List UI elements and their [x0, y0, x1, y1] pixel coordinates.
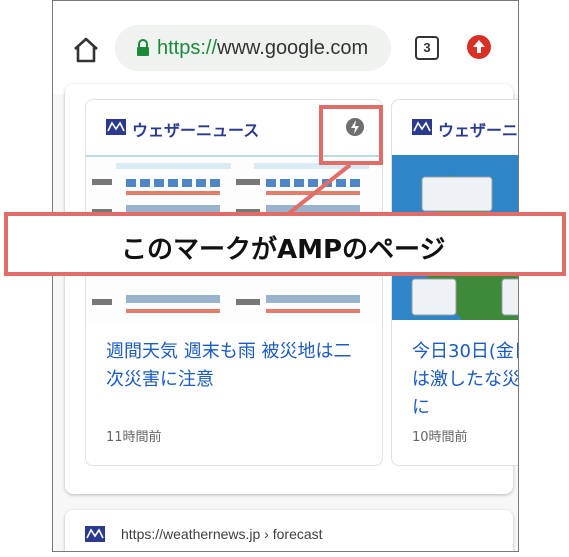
result-url[interactable]: https://weathernews.jp › forecast [121, 526, 323, 542]
weathernews-logo [85, 526, 105, 542]
lock-icon [137, 39, 149, 56]
annotation-text: このマークがAMPのページ [121, 235, 446, 265]
search-result[interactable]: https://weathernews.jp › forecast [65, 510, 513, 551]
top-stories-carousel: ウェザーニュース 週間天気 週末も雨 被災地は二次災害に注意 11時間前 ウェザ… [65, 84, 518, 494]
address-bar[interactable]: https://www.google.com [115, 25, 391, 71]
phone-screen: https://www.google.com 3 ウェザーニュース 週間天気 週… [52, 0, 519, 552]
card-headline[interactable]: 今日30日(金日本は激したな災害に [412, 338, 518, 422]
browser-toolbar: https://www.google.com 3 [53, 1, 518, 94]
weathernews-logo [412, 119, 432, 135]
update-arrow-icon[interactable] [467, 35, 491, 59]
url-text[interactable]: https://www.google.com [157, 37, 368, 60]
source-name: ウェザーニュ [438, 121, 519, 140]
card-timestamp: 10時間前 [412, 430, 468, 445]
card-headline[interactable]: 週間天気 週末も雨 被災地は二次災害に注意 [106, 338, 366, 394]
amp-highlight-box [319, 105, 383, 165]
url-scheme: https:// [157, 37, 218, 59]
home-icon[interactable] [71, 35, 101, 65]
url-domain: www.google.com [217, 37, 369, 59]
card-timestamp: 11時間前 [106, 430, 162, 445]
tab-switcher-button[interactable]: 3 [415, 36, 439, 60]
source-name: ウェザーニュース [132, 121, 260, 140]
weathernews-logo [106, 119, 126, 135]
news-card[interactable]: ウェザーニュ 今日30日(金日本は激したな災害に 10時間前 [391, 99, 519, 466]
annotation-banner: このマークがAMPのページ [4, 212, 566, 276]
search-results: ウェザーニュース 週間天気 週末も雨 被災地は二次災害に注意 11時間前 ウェザ… [53, 84, 518, 551]
